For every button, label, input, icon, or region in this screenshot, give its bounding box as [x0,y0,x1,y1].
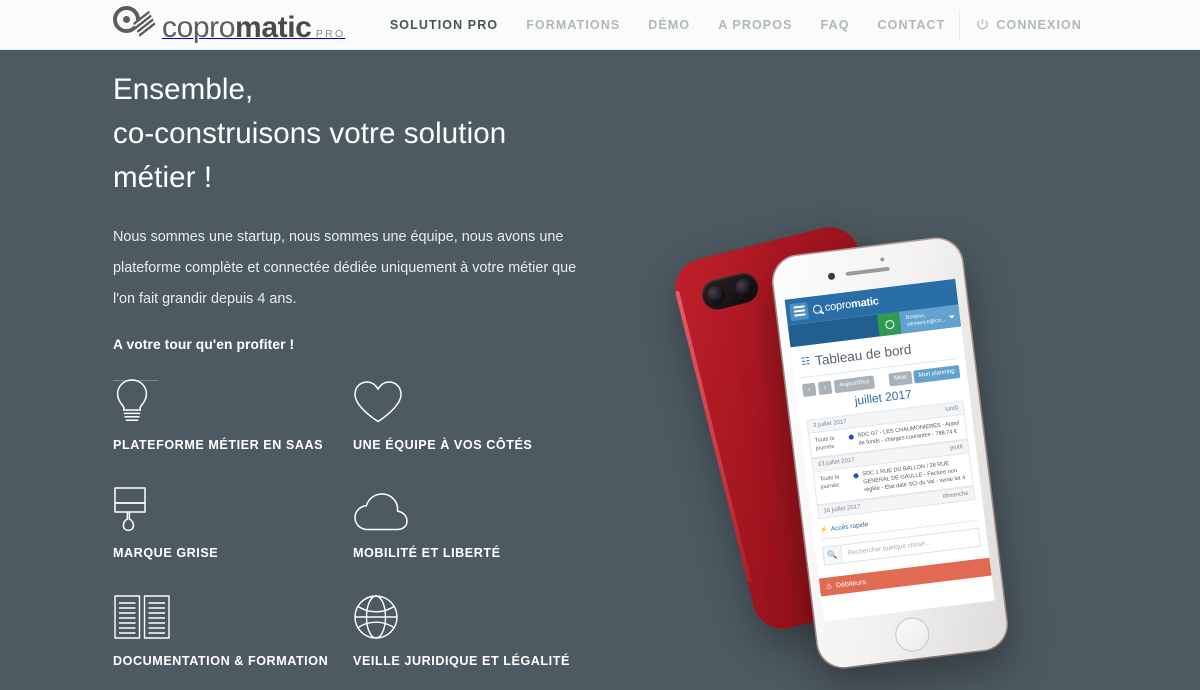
feature-item-marque-grise[interactable]: MARQUE GRISE [113,476,353,560]
nav-item-contact[interactable]: CONTACT [864,0,960,50]
event-date: 16 juillet 2017 [823,504,861,515]
feature-item-documentation[interactable]: DOCUMENTATION & FORMATION [113,584,353,668]
feature-item-plateforme[interactable]: PLATEFORME MÉTIER EN SAAS [113,368,353,452]
site-header: copromatic PRO SOLUTION PRO FORMATIONS D… [0,0,1200,50]
event-weekday: dimanche [942,490,969,500]
home-button[interactable] [893,615,932,654]
event-date: 3 juillet 2017 [812,419,847,430]
hero-copy: Ensemble, co-construisons votre solution… [113,68,633,381]
status-circle-icon[interactable] [877,311,902,337]
month-view-button[interactable]: Mois [888,370,913,387]
event-weekday: lundi [945,405,959,413]
nav-item-a-propos[interactable]: A PROPOS [704,0,806,50]
login-button[interactable]: CONNEXION [959,9,1088,40]
next-month-button[interactable]: › [817,380,833,396]
bolt-icon: ⚡ [819,526,829,535]
phone-mockup: copromatic Bonjour, clemence@co... ☷ Tab… [668,190,1010,690]
paintbrush-icon [113,476,353,532]
phone-screen: copromatic Bonjour, clemence@co... ☷ Tab… [784,278,995,622]
app-body: ☷ Tableau de bord ‹ › Aujourd'hui Mois M… [790,326,992,597]
nav-item-demo[interactable]: DÉMO [634,0,704,50]
globe-icon [353,584,593,640]
debtors-alert-bar[interactable]: ⚠ Débiteurs [818,557,992,597]
lightbulb-icon [113,368,353,424]
hero-paragraph: Nous sommes une startup, nous sommes une… [113,229,577,307]
feature-item-mobilite[interactable]: MOBILITÉ ET LIBERTÉ [353,476,593,560]
app-logo: copromatic [812,295,879,315]
app-brand-light: copro [824,298,852,314]
heart-icon [353,368,593,424]
quick-access-label: Accès rapide [830,520,869,533]
cloud-icon [353,476,593,532]
page-title: Ensemble, co-construisons votre solution… [113,68,633,200]
event-weekday: jeudi [949,444,964,452]
headline-line-3: métier ! [113,161,213,194]
copromatic-logo-icon [112,5,156,45]
headline-line-1: Ensemble, [113,73,254,106]
dashboard-icon: ☷ [800,356,811,369]
feature-label: MARQUE GRISE [113,546,219,560]
event-bullet-icon [848,434,855,440]
event-list: 3 juillet 2017 lundi Toute la journée SD… [806,400,976,520]
nav-item-solution-pro[interactable]: SOLUTION PRO [376,0,512,50]
magnifier-icon: 🔍 [821,544,844,566]
front-camera-icon [827,272,836,281]
logo-subtitle: PRO [315,27,346,40]
feature-label: PLATEFORME MÉTIER EN SAAS [113,438,324,452]
feature-item-veille[interactable]: VEILLE JURIDIQUE ET LÉGALITÉ [353,584,593,668]
headline-line-2: co-construisons votre solution [113,117,507,150]
logo-text: copromatic PRO [162,10,347,44]
feature-grid: PLATEFORME MÉTIER EN SAAS UNE ÉQUIPE À V… [113,368,613,668]
logo-word-bold: matic [235,10,312,44]
event-date: 13 juillet 2017 [817,457,856,468]
prev-month-button[interactable]: ‹ [801,382,817,398]
site-logo[interactable]: copromatic PRO [112,5,347,45]
main-navigation: SOLUTION PRO FORMATIONS DÉMO A PROPOS FA… [376,0,1200,50]
debtors-label: Débiteurs [835,578,867,590]
event-time: Toute la journée [814,435,835,452]
dual-camera-icon [698,269,762,313]
login-label: CONNEXION [996,17,1082,32]
feature-item-equipe[interactable]: UNE ÉQUIPE À VOS CÔTÉS [353,368,593,452]
hero-call-to-action: A votre tour qu'en profiter ! [113,337,295,352]
open-book-icon [113,584,353,640]
power-icon [976,18,989,31]
event-bullet-icon [853,473,859,479]
feature-label: UNE ÉQUIPE À VOS CÔTÉS [353,438,533,452]
nav-item-formations[interactable]: FORMATIONS [512,0,634,50]
hero-section: Ensemble, co-construisons votre solution… [0,50,1200,672]
logo-word-light: copro [162,10,236,44]
feature-label: VEILLE JURIDIQUE ET LÉGALITÉ [353,654,570,668]
chevron-down-icon [948,314,955,319]
nav-item-faq[interactable]: FAQ [807,0,864,50]
app-page-title-text: Tableau de bord [814,341,913,369]
feature-label: MOBILITÉ ET LIBERTÉ [353,546,501,560]
event-time: Toute la journée [819,474,840,491]
app-brand-bold: matic [850,295,880,311]
warning-icon: ⚠ [825,583,833,591]
hamburger-icon[interactable] [789,301,809,321]
earpiece-speaker [845,266,890,277]
feature-label: DOCUMENTATION & FORMATION [113,654,329,668]
copromatic-mark-icon [812,303,823,314]
